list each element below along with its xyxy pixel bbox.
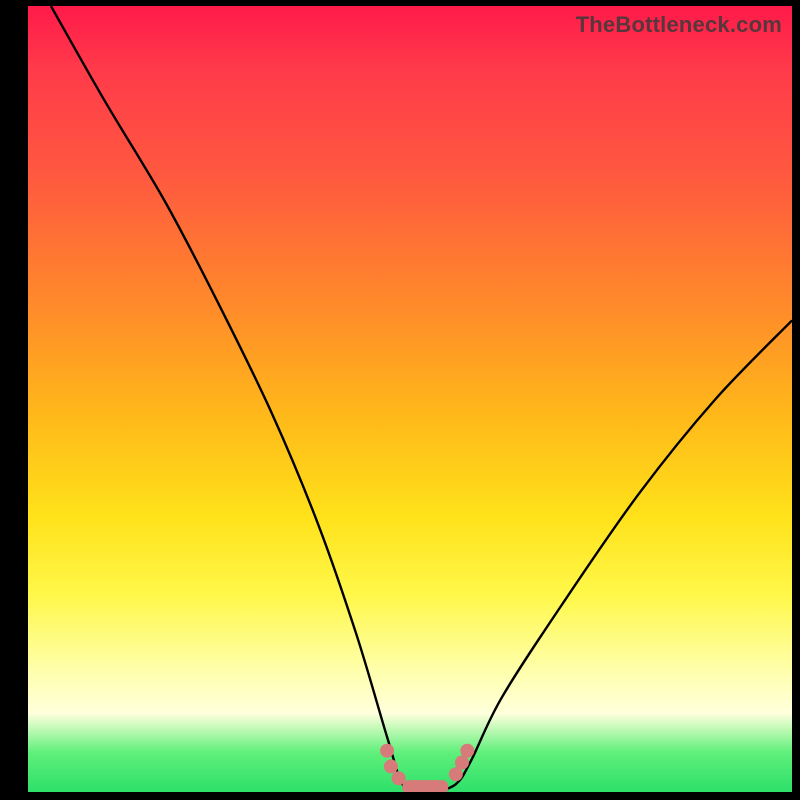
bottleneck-curve-svg [28, 6, 792, 792]
curve-marker-dot [380, 744, 394, 758]
curve-markers [380, 744, 474, 792]
chart-plot-area: TheBottleneck.com [28, 6, 792, 792]
curve-marker-dot [460, 744, 474, 758]
curve-flat-bar [402, 780, 448, 792]
bottleneck-curve-path [51, 6, 792, 792]
curve-marker-dot [384, 759, 398, 773]
